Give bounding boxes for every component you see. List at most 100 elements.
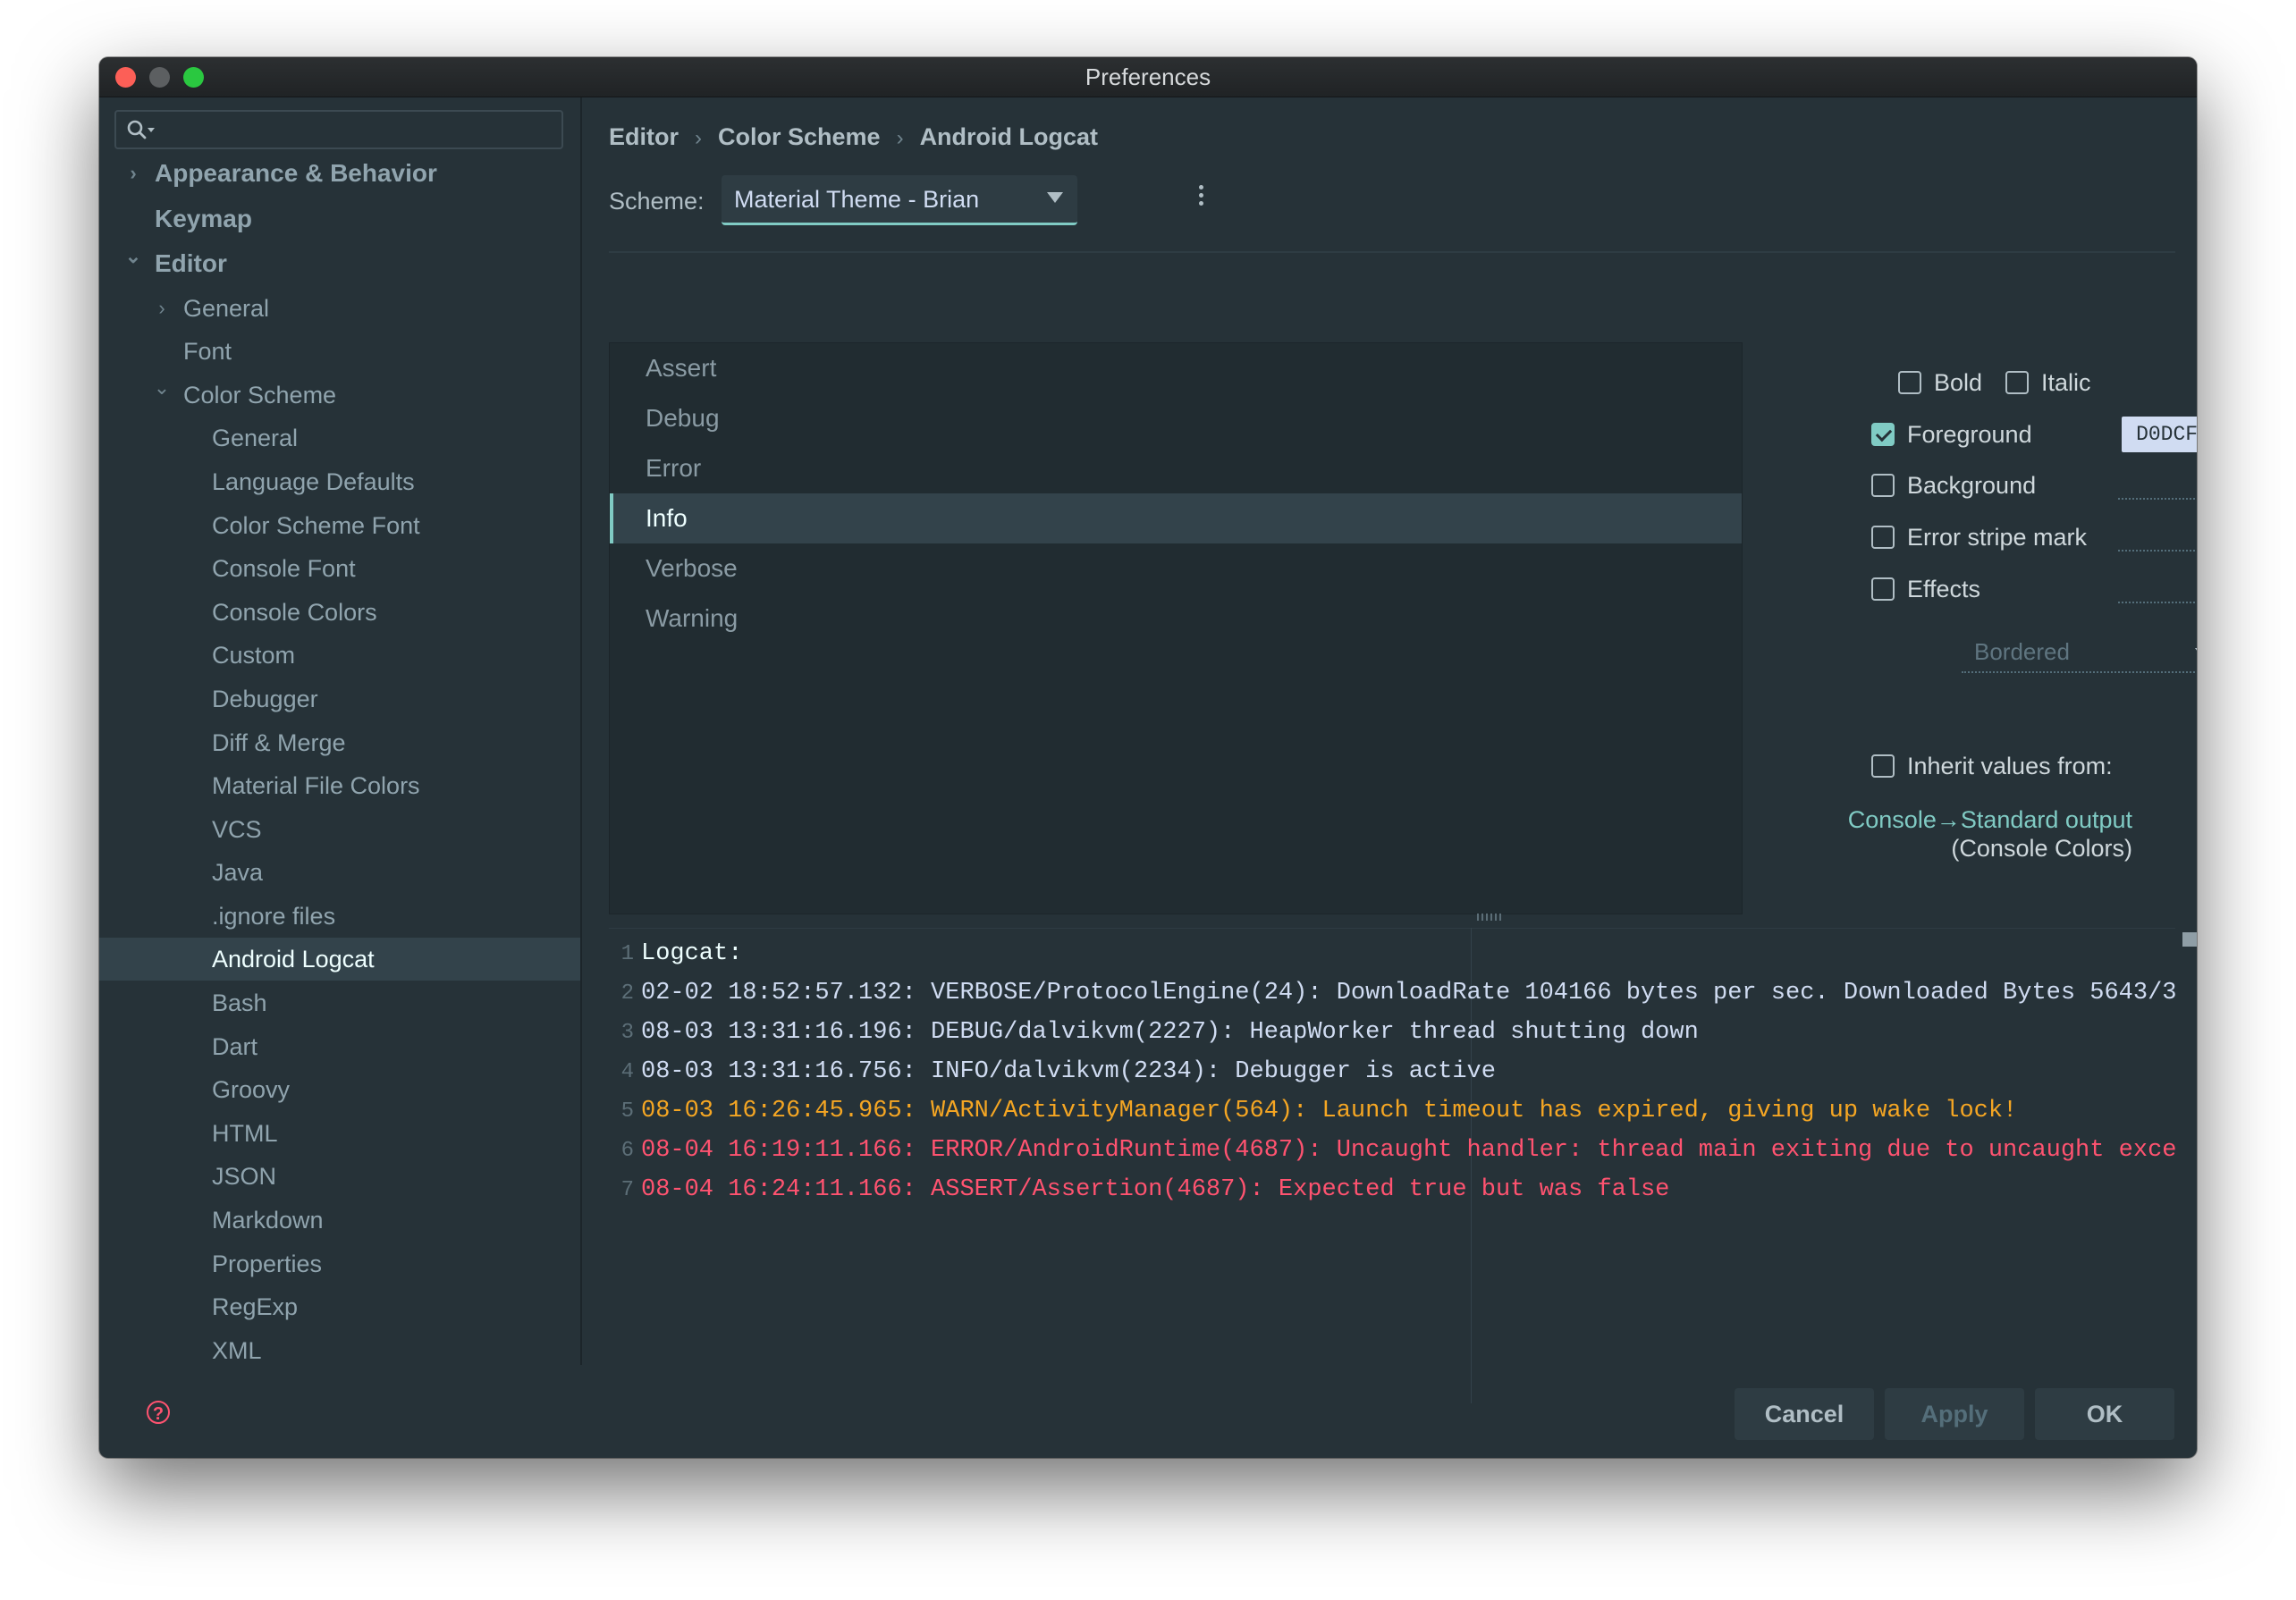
foreground-color-swatch[interactable]: D0DCF2 <box>2122 417 2197 452</box>
preview-line: 1 Logcat: <box>609 934 2175 973</box>
inherit-source-link[interactable]: Console→Standard output <box>1848 804 2132 835</box>
scheme-dropdown[interactable]: Material Theme - Brian <box>722 175 1077 225</box>
sidebar-item-console-font[interactable]: Console Font <box>99 547 580 590</box>
effects-color-field[interactable] <box>2118 602 2197 603</box>
sidebar-item-ignore-files[interactable]: .ignore files <box>99 895 580 938</box>
preview-line: 7 08-04 16:24:11.166: ASSERT/Assertion(46… <box>609 1170 2175 1209</box>
sidebar-item-label: Console Colors <box>212 599 377 626</box>
error-stripe-checkbox[interactable] <box>1871 526 1895 549</box>
line-number: 2 <box>620 981 634 1006</box>
sidebar-item-language-defaults[interactable]: Language Defaults <box>99 460 580 503</box>
sidebar-item-label: HTML <box>212 1120 278 1147</box>
chevron-right-icon[interactable]: › <box>124 152 142 195</box>
inherit-checkbox[interactable] <box>1871 754 1895 778</box>
sidebar-item-label: Debugger <box>212 686 318 712</box>
sidebar-item-label: Font <box>183 338 232 365</box>
sidebar-item-html[interactable]: HTML <box>99 1112 580 1155</box>
breadcrumb-color-scheme[interactable]: Color Scheme <box>718 123 881 150</box>
dropdown-arrow-icon <box>1047 192 1063 203</box>
sidebar-item-label: Console Font <box>212 555 356 582</box>
sidebar-item-console-colors[interactable]: Console Colors <box>99 591 580 634</box>
sidebar-item-json[interactable]: JSON <box>99 1155 580 1198</box>
italic-checkbox[interactable] <box>2005 371 2029 394</box>
scheme-actions-more-icon[interactable] <box>1199 185 1204 209</box>
line-text: 08-03 13:31:16.196: DEBUG/dalvikvm(2227)… <box>641 1019 1699 1046</box>
error-stripe-color-field[interactable] <box>2118 550 2197 552</box>
sidebar-item-android-logcat[interactable]: Android Logcat <box>99 938 580 981</box>
chevron-down-icon[interactable]: ⌄ <box>153 366 171 409</box>
background-label: Background <box>1907 472 2037 499</box>
sidebar-item-bash[interactable]: Bash <box>99 981 580 1024</box>
line-text: 02-02 18:52:57.132: VERBOSE/ProtocolEngi… <box>641 980 2175 1006</box>
sidebar-item-label: Markdown <box>212 1207 324 1234</box>
sidebar-item-appearance-behavior[interactable]: › Appearance & Behavior <box>99 152 580 195</box>
sidebar-item-label: JSON <box>212 1163 277 1190</box>
preferences-window: Preferences › Appearance & Behavior Keymap… <box>99 57 2197 1458</box>
sidebar-item-label: Color Scheme <box>183 382 337 408</box>
attribute-item-info[interactable]: Info <box>610 493 1742 543</box>
sidebar-item-dart[interactable]: Dart <box>99 1025 580 1068</box>
sidebar-item-label: Language Defaults <box>212 468 415 495</box>
sidebar-item-label: Custom <box>212 642 296 669</box>
inherit-label: Inherit values from: <box>1907 753 2113 779</box>
effects-label: Effects <box>1907 576 1981 602</box>
main-panel: Editor › Color Scheme › Android Logcat Schem… <box>582 97 2197 1404</box>
effects-checkbox[interactable] <box>1871 577 1895 601</box>
help-icon[interactable]: ? <box>147 1401 170 1424</box>
background-color-field[interactable] <box>2118 498 2197 500</box>
error-stripe-marker[interactable] <box>2182 932 2197 947</box>
sidebar-item-diff-merge[interactable]: Diff & Merge <box>99 721 580 764</box>
sidebar-item-label: Bash <box>212 989 267 1016</box>
sidebar-item-color-scheme[interactable]: ⌄ Color Scheme <box>99 374 580 417</box>
chevron-down-icon[interactable]: ⌄ <box>124 235 142 278</box>
attribute-item-verbose[interactable]: Verbose <box>610 543 1742 594</box>
bold-checkbox[interactable] <box>1898 371 1921 394</box>
sidebar-item-general[interactable]: › General <box>99 287 580 330</box>
sidebar-item-label: Appearance & Behavior <box>155 159 437 187</box>
sidebar-item-xml[interactable]: XML <box>99 1329 580 1372</box>
breadcrumb-separator-icon: › <box>695 126 702 150</box>
splitter-handle[interactable] <box>1477 914 1504 921</box>
sidebar-item-font[interactable]: Font <box>99 330 580 373</box>
preview-line: 3 08-03 13:31:16.196: DEBUG/dalvikvm(2227… <box>609 1013 2175 1052</box>
background-checkbox[interactable] <box>1871 474 1895 497</box>
breadcrumb-editor[interactable]: Editor <box>609 123 679 150</box>
sidebar-item-material-file-colors[interactable]: Material File Colors <box>99 764 580 807</box>
sidebar-item-java[interactable]: Java <box>99 851 580 894</box>
sidebar-item-general[interactable]: General <box>99 417 580 459</box>
sidebar-item-markdown[interactable]: Markdown <box>99 1199 580 1242</box>
attribute-item-assert[interactable]: Assert <box>610 343 1742 393</box>
effect-type-value: Bordered <box>1974 638 2070 665</box>
sidebar-item-debugger[interactable]: Debugger <box>99 678 580 720</box>
sidebar-item-label: Android Logcat <box>212 946 375 973</box>
cancel-button[interactable]: Cancel <box>1735 1388 1874 1440</box>
sidebar-item-color-scheme-font[interactable]: Color Scheme Font <box>99 504 580 547</box>
attribute-item-warning[interactable]: Warning <box>610 594 1742 644</box>
scheme-value: Material Theme - Brian <box>734 186 980 213</box>
effect-type-dropdown[interactable]: Bordered <box>1962 634 2197 673</box>
attribute-item-error[interactable]: Error <box>610 443 1742 493</box>
sidebar-item-regexp[interactable]: RegExp <box>99 1285 580 1328</box>
inherit-source-group: (Console Colors) <box>1951 835 2132 862</box>
sidebar-item-vcs[interactable]: VCS <box>99 808 580 851</box>
italic-label: Italic <box>2041 369 2091 396</box>
settings-search-input[interactable] <box>114 110 563 149</box>
sidebar-item-label: General <box>212 425 299 451</box>
sidebar-item-label: Dart <box>212 1033 258 1060</box>
foreground-checkbox[interactable] <box>1871 423 1895 446</box>
sidebar-item-keymap[interactable]: Keymap <box>99 198 580 240</box>
dropdown-arrow-icon <box>2195 648 2197 658</box>
ok-button[interactable]: OK <box>2035 1388 2174 1440</box>
sidebar-item-label: RegExp <box>212 1293 299 1320</box>
line-text: 08-04 16:24:11.166: ASSERT/Assertion(468… <box>641 1176 1670 1203</box>
sidebar-item-custom[interactable]: Custom <box>99 634 580 677</box>
sidebar-item-editor[interactable]: ⌄ Editor <box>99 242 580 285</box>
apply-button[interactable]: Apply <box>1885 1388 2024 1440</box>
breadcrumb-android-logcat: Android Logcat <box>919 123 1099 150</box>
sidebar-item-groovy[interactable]: Groovy <box>99 1068 580 1111</box>
chevron-right-icon[interactable]: › <box>153 287 171 330</box>
sidebar-item-label: VCS <box>212 816 262 843</box>
attribute-item-debug[interactable]: Debug <box>610 393 1742 443</box>
sidebar-item-properties[interactable]: Properties <box>99 1242 580 1285</box>
preview-line: 5 08-03 16:26:45.965: WARN/ActivityManage… <box>609 1091 2175 1131</box>
